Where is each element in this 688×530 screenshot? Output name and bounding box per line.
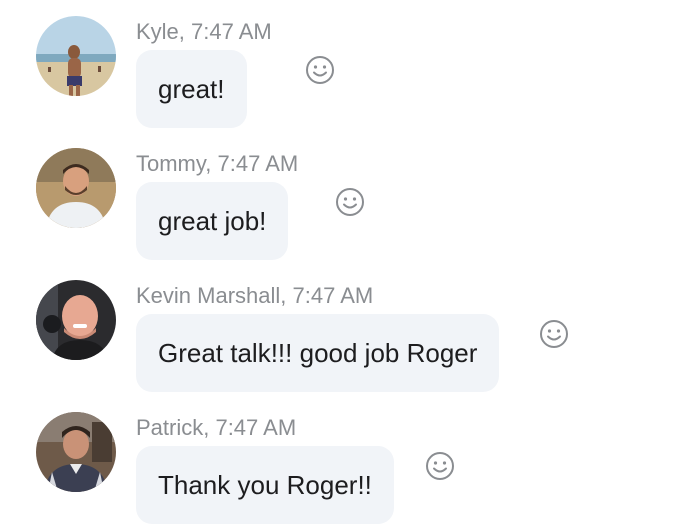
message-meta: Patrick, 7:47 AM bbox=[136, 415, 297, 440]
avatar[interactable] bbox=[36, 280, 116, 360]
smiley-icon[interactable] bbox=[424, 450, 456, 482]
message-bubble: Thank you Roger!! bbox=[136, 446, 394, 524]
chat-message: Kyle, 7:47 AM great! bbox=[0, 14, 688, 134]
avatar-photo bbox=[36, 16, 116, 96]
avatar[interactable] bbox=[36, 412, 116, 492]
chat-message: Kevin Marshall, 7:47 AM Great talk!!! go… bbox=[0, 278, 688, 398]
message-text: great! bbox=[158, 74, 225, 104]
smiley-icon[interactable] bbox=[334, 186, 366, 218]
message-text: Thank you Roger!! bbox=[158, 470, 372, 500]
message-meta: Tommy, 7:47 AM bbox=[136, 151, 299, 176]
avatar-photo bbox=[36, 412, 116, 492]
avatar[interactable] bbox=[36, 16, 116, 96]
message-meta: Kevin Marshall, 7:47 AM bbox=[136, 283, 374, 308]
smiley-icon[interactable] bbox=[304, 54, 336, 86]
message-bubble: great job! bbox=[136, 182, 289, 260]
smiley-icon[interactable] bbox=[538, 318, 570, 350]
avatar[interactable] bbox=[36, 148, 116, 228]
message-text: great job! bbox=[158, 206, 267, 236]
avatar-photo bbox=[36, 148, 116, 228]
message-bubble: great! bbox=[136, 50, 247, 128]
message-meta: Kyle, 7:47 AM bbox=[136, 19, 272, 44]
chat-message: Tommy, 7:47 AM great job! bbox=[0, 146, 688, 266]
message-text: Great talk!!! good job Roger bbox=[158, 338, 478, 368]
message-bubble: Great talk!!! good job Roger bbox=[136, 314, 500, 392]
chat-message-list: Kyle, 7:47 AM great! Tommy, 7:47 AM grea… bbox=[0, 0, 688, 530]
chat-message: Patrick, 7:47 AM Thank you Roger!! bbox=[0, 410, 688, 530]
avatar-photo bbox=[36, 280, 116, 360]
